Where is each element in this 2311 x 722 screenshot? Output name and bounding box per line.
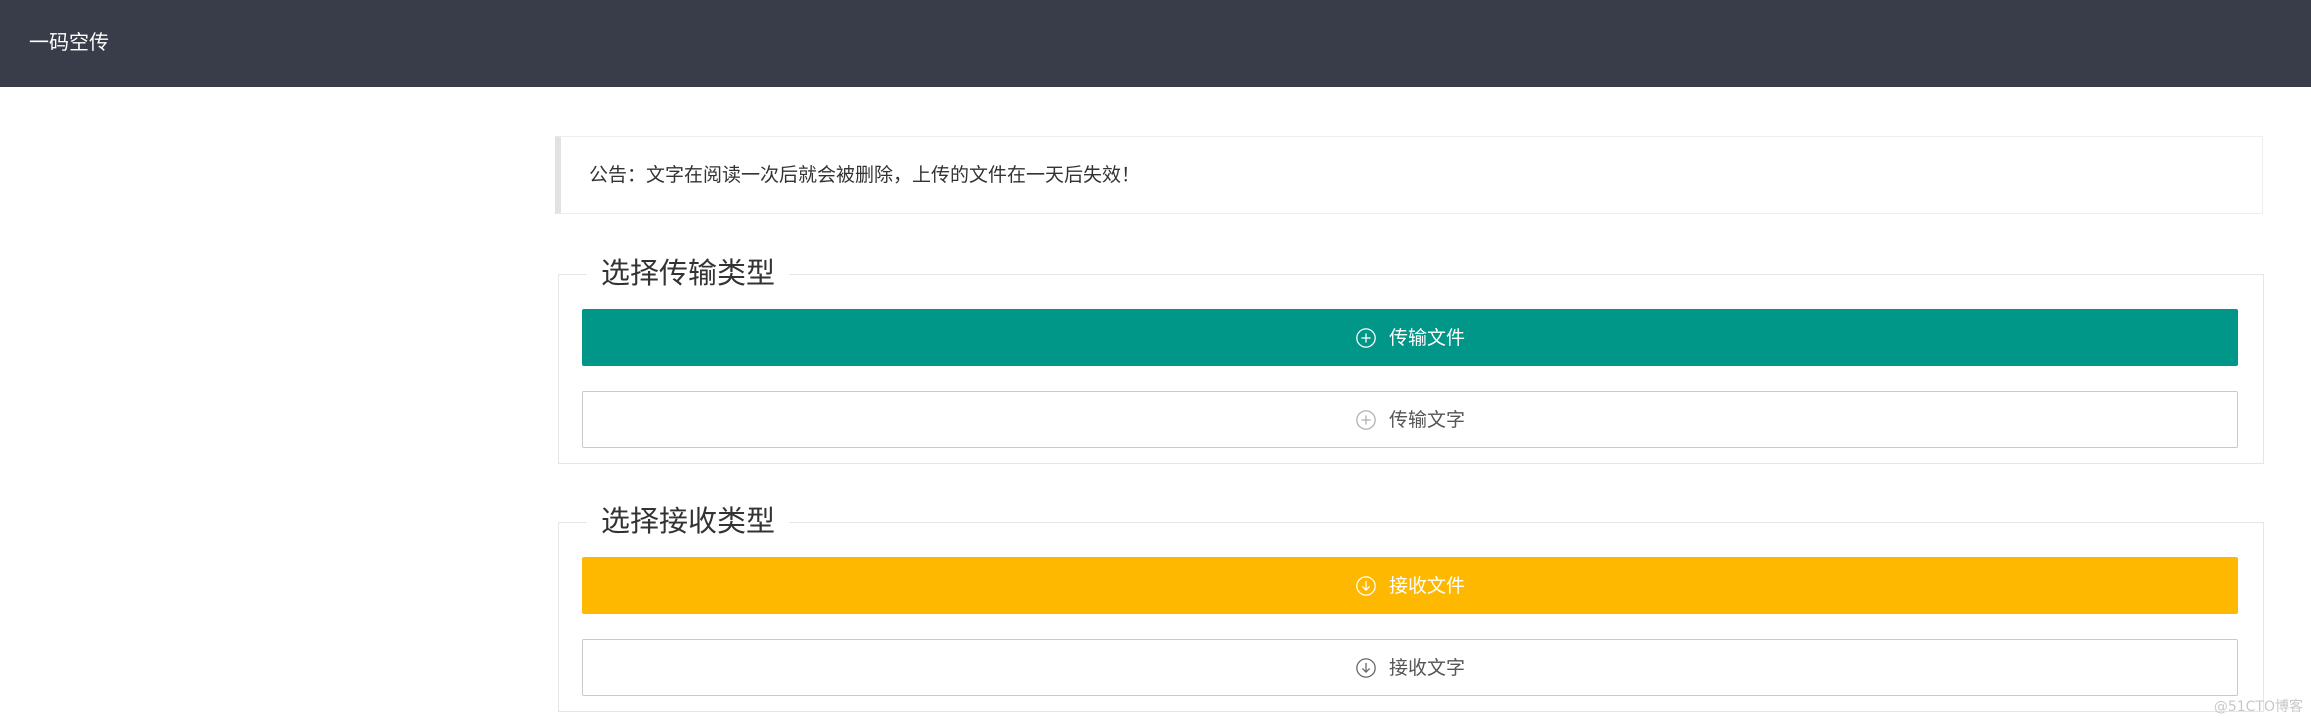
send-file-label: 传输文件 bbox=[1388, 326, 1465, 349]
top-navbar: 一码空传 bbox=[0, 0, 2311, 87]
send-text-button[interactable]: 传输文字 bbox=[582, 391, 2238, 448]
notice-text: 公告：文字在阅读一次后就会被删除，上传的文件在一天后失效！ bbox=[589, 164, 1141, 186]
download-circle-icon bbox=[1355, 657, 1377, 679]
receive-file-button[interactable]: 接收文件 bbox=[582, 557, 2238, 614]
receive-text-label: 接收文字 bbox=[1388, 656, 1465, 679]
send-type-fieldset: 选择传输类型 传输文件 传输文字 bbox=[558, 253, 2264, 464]
download-circle-icon bbox=[1355, 575, 1377, 597]
send-text-label: 传输文字 bbox=[1388, 408, 1465, 431]
receive-file-label: 接收文件 bbox=[1388, 574, 1465, 597]
app-title[interactable]: 一码空传 bbox=[29, 28, 109, 56]
plus-circle-icon bbox=[1355, 327, 1377, 349]
watermark-text: @51CTO博客 bbox=[2213, 699, 2303, 715]
receive-text-button[interactable]: 接收文字 bbox=[582, 639, 2238, 696]
notice-banner: 公告：文字在阅读一次后就会被删除，上传的文件在一天后失效！ bbox=[555, 136, 2263, 214]
receive-type-fieldset: 选择接收类型 接收文件 接收文字 bbox=[558, 501, 2264, 712]
plus-circle-icon bbox=[1355, 409, 1377, 431]
send-file-button[interactable]: 传输文件 bbox=[582, 309, 2238, 366]
receive-type-legend: 选择接收类型 bbox=[587, 501, 790, 541]
send-type-legend: 选择传输类型 bbox=[587, 253, 790, 293]
